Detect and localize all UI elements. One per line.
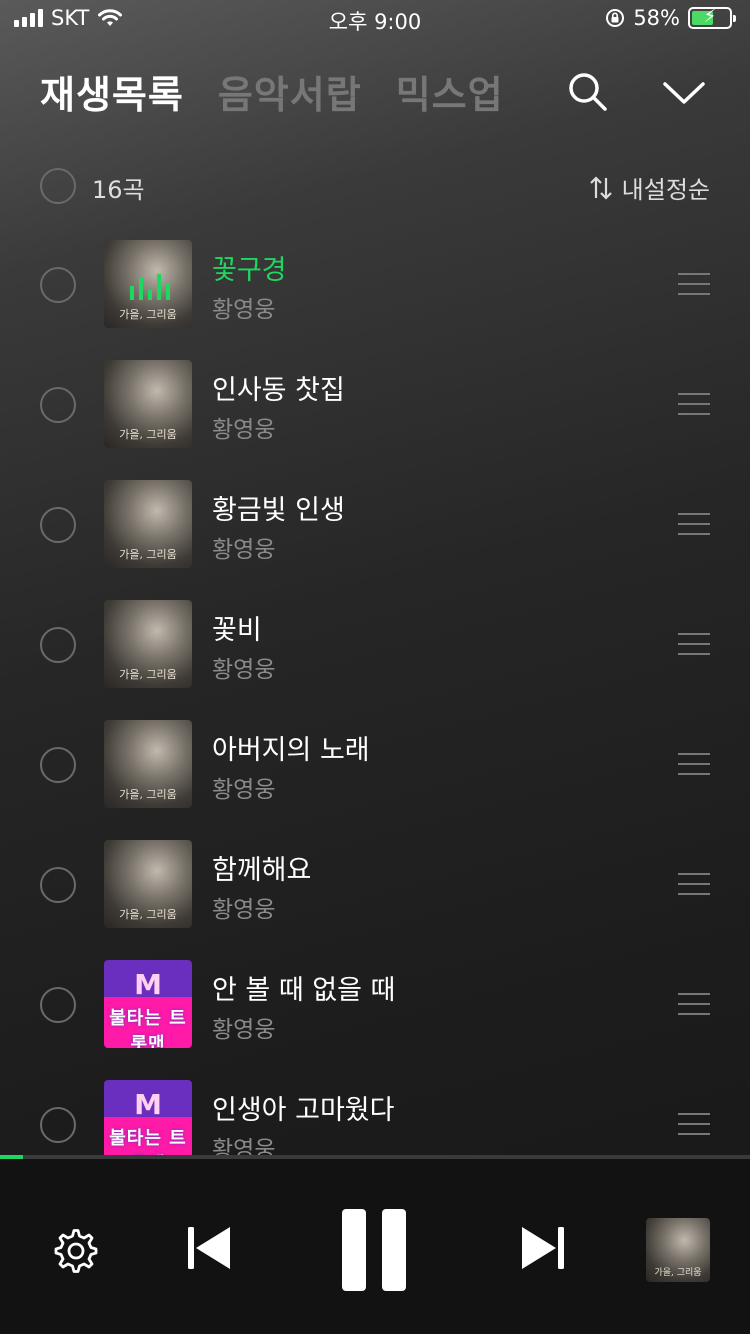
song-artist: 황영웅 xyxy=(212,897,276,923)
select-all-checkbox[interactable] xyxy=(40,168,76,204)
chevron-down-icon[interactable] xyxy=(662,74,706,110)
song-row[interactable]: 가을, 그리움 꽃비 황영웅 xyxy=(0,584,750,704)
song-artist: 황영웅 xyxy=(212,537,276,563)
drag-handle-icon[interactable] xyxy=(678,1113,710,1135)
drag-handle-icon[interactable] xyxy=(678,993,710,1015)
skip-previous-icon[interactable] xyxy=(186,1225,232,1271)
drag-handle-icon[interactable] xyxy=(678,393,710,415)
song-checkbox[interactable] xyxy=(40,747,76,783)
song-checkbox[interactable] xyxy=(40,387,76,423)
album-art: 가을, 그리움 xyxy=(104,360,192,448)
album-caption: 불타는 트롯맨 xyxy=(109,1128,187,1156)
album-caption: 가을, 그리움 xyxy=(119,668,177,681)
show-logo-icon: M xyxy=(134,1088,162,1121)
sort-label: 내설정순 xyxy=(621,176,710,204)
album-art: M 불타는 트롯맨 xyxy=(104,1080,192,1156)
status-right: 58% ⚡ xyxy=(605,6,736,30)
song-checkbox[interactable] xyxy=(40,507,76,543)
song-row[interactable]: 가을, 그리움 아버지의 노래 황영웅 xyxy=(0,704,750,824)
album-art: 가을, 그리움 xyxy=(104,840,192,928)
now-playing-album-art[interactable]: 가을, 그리움 xyxy=(646,1218,710,1282)
status-bar: SKT 오후 9:00 58% ⚡ xyxy=(0,0,750,40)
song-artist: 황영웅 xyxy=(212,1137,276,1156)
sort-button[interactable]: 내설정순 xyxy=(588,170,710,205)
album-art: 가을, 그리움 xyxy=(104,240,192,328)
charging-bolt-icon: ⚡ xyxy=(703,6,717,27)
battery-icon: ⚡ xyxy=(688,6,736,29)
song-title: 꽃비 xyxy=(212,615,262,646)
pause-icon-bar xyxy=(342,1209,366,1291)
album-caption: 가을, 그리움 xyxy=(119,788,177,801)
song-list[interactable]: 가을, 그리움 꽃구경 황영웅 가을, 그리움 인사동 찻집 황영웅 가을, 그… xyxy=(0,224,750,1156)
song-checkbox[interactable] xyxy=(40,867,76,903)
drag-handle-icon[interactable] xyxy=(678,873,710,895)
song-row[interactable]: 가을, 그리움 함께해요 황영웅 xyxy=(0,824,750,944)
album-art: 가을, 그리움 xyxy=(104,720,192,808)
song-artist: 황영웅 xyxy=(212,777,276,803)
drag-handle-icon[interactable] xyxy=(678,753,710,775)
song-title: 함께해요 xyxy=(212,855,312,886)
search-icon[interactable] xyxy=(566,70,608,112)
song-title: 안 볼 때 없을 때 xyxy=(212,975,396,1006)
song-artist: 황영웅 xyxy=(212,657,276,683)
tab-bar: 재생목록 음악서랍 믹스업 xyxy=(40,64,504,119)
tab-playlist[interactable]: 재생목록 xyxy=(40,64,184,119)
song-row[interactable]: M 불타는 트롯맨 안 볼 때 없을 때 황영웅 xyxy=(0,944,750,1064)
song-count: 16곡 xyxy=(92,176,145,204)
song-row[interactable]: 가을, 그리움 인사동 찻집 황영웅 xyxy=(0,344,750,464)
song-row[interactable]: 가을, 그리움 꽃구경 황영웅 xyxy=(0,224,750,344)
album-art: M 불타는 트롯맨 xyxy=(104,960,192,1048)
song-artist: 황영웅 xyxy=(212,417,276,443)
album-caption: 가을, 그리움 xyxy=(119,428,177,441)
skip-next-icon[interactable] xyxy=(520,1225,566,1271)
song-title: 아버지의 노래 xyxy=(212,735,370,766)
album-caption: 가을, 그리움 xyxy=(119,548,177,561)
tab-mixup[interactable]: 믹스업 xyxy=(396,64,504,119)
show-logo-icon: M xyxy=(134,968,162,1001)
song-checkbox[interactable] xyxy=(40,987,76,1023)
album-art: 가을, 그리움 xyxy=(104,480,192,568)
song-row[interactable]: M 불타는 트롯맨 인생아 고마웠다 황영웅 xyxy=(0,1064,750,1156)
song-row[interactable]: 가을, 그리움 황금빛 인생 황영웅 xyxy=(0,464,750,584)
drag-handle-icon[interactable] xyxy=(678,273,710,295)
equalizer-icon xyxy=(130,274,170,300)
pause-icon-bar xyxy=(382,1209,406,1291)
song-title: 황금빛 인생 xyxy=(212,495,345,526)
album-art: 가을, 그리움 xyxy=(104,600,192,688)
album-caption: 가을, 그리움 xyxy=(119,308,177,321)
list-header: 16곡 내설정순 xyxy=(40,166,710,206)
drag-handle-icon[interactable] xyxy=(678,633,710,655)
pause-button[interactable] xyxy=(342,1209,406,1291)
album-caption: 불타는 트롯맨 xyxy=(109,1008,187,1048)
song-artist: 황영웅 xyxy=(212,1017,276,1043)
album-caption: 가을, 그리움 xyxy=(119,908,177,921)
song-title: 인사동 찻집 xyxy=(212,375,345,406)
mini-player: 가을, 그리움 xyxy=(0,1159,750,1334)
song-artist: 황영웅 xyxy=(212,297,276,323)
song-title: 꽃구경 xyxy=(212,255,287,286)
song-title: 인생아 고마웠다 xyxy=(212,1095,395,1126)
mini-album-caption: 가을, 그리움 xyxy=(654,1268,702,1278)
song-checkbox[interactable] xyxy=(40,267,76,303)
song-checkbox[interactable] xyxy=(40,627,76,663)
gear-icon[interactable] xyxy=(52,1227,100,1275)
drag-handle-icon[interactable] xyxy=(678,513,710,535)
song-checkbox[interactable] xyxy=(40,1107,76,1143)
tab-music-drawer[interactable]: 음악서랍 xyxy=(218,64,362,119)
rotation-lock-icon xyxy=(606,9,625,27)
battery-percent: 58% xyxy=(633,6,680,30)
sort-icon xyxy=(589,175,612,200)
